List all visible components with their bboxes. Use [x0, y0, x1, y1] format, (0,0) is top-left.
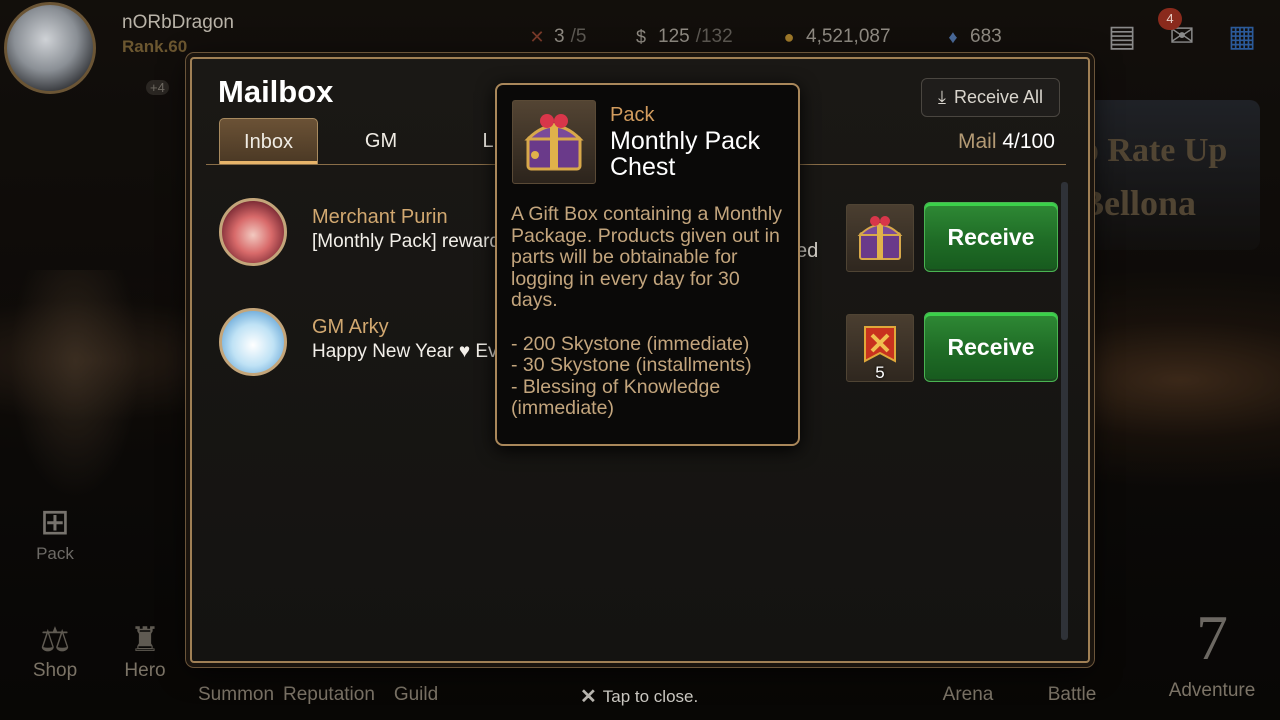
shop-nav-button[interactable]: ⚖ Shop	[25, 620, 85, 682]
stamina-icon: $	[635, 27, 646, 47]
mail-notification-badge: 4	[1158, 8, 1182, 30]
mail-counter: Mail 4/100	[958, 130, 1055, 153]
gold-icon: ●	[783, 27, 795, 47]
tap-to-close-hint[interactable]: ✕ Tap to close.	[580, 684, 698, 709]
menu-grid-icon[interactable]: ▦	[1222, 18, 1262, 56]
tooltip-item-description: A Gift Box containing a Monthly Package.…	[511, 203, 782, 420]
treasure-chest-icon[interactable]	[846, 204, 914, 272]
skystone-icon: ♦	[948, 27, 958, 47]
tooltip-item-type: Pack	[610, 104, 655, 126]
mailbox-title: Mailbox	[218, 74, 334, 109]
arena-nav-button[interactable]: Arena	[936, 684, 1000, 706]
receive-button[interactable]: Receive	[924, 202, 1058, 272]
stamina-counter[interactable]: $ 125/132	[630, 26, 733, 48]
inventory-icon[interactable]: ▤	[1102, 18, 1142, 56]
merchant-purin-avatar	[219, 198, 287, 266]
mail-sender: Merchant Purin	[312, 206, 448, 228]
skystone-counter[interactable]: ♦ 683	[942, 26, 1001, 48]
tab-gm[interactable]: GM	[346, 118, 416, 164]
mail-list-scrollbar[interactable]	[1061, 182, 1068, 640]
adventure-nav-button[interactable]: 7 Adventure	[1162, 596, 1262, 702]
pack-nav-button[interactable]: ⊞ Pack	[30, 500, 80, 564]
player-rank: Rank.60	[122, 37, 188, 56]
adventure-emblem-icon: 7	[1196, 602, 1228, 673]
receive-button[interactable]: Receive	[924, 312, 1058, 382]
flag-counter[interactable]: ✕ 3/5	[526, 26, 586, 48]
gift-icon: ⊞	[39, 501, 71, 542]
mail-sender: GM Arky	[312, 316, 389, 338]
mail-subject: [Monthly Pack] reward	[312, 231, 500, 252]
tab-inbox[interactable]: Inbox	[219, 118, 318, 164]
gold-counter[interactable]: ● 4,521,087	[778, 26, 891, 48]
level-bonus-badge: +4	[146, 80, 169, 95]
player-avatar[interactable]	[4, 2, 96, 94]
tooltip-item-title: Monthly Pack Chest	[610, 127, 761, 181]
reputation-nav-button[interactable]: Reputation	[283, 684, 375, 706]
mail-subject: Happy New Year ♥ Eve	[312, 341, 509, 362]
hero-nav-button[interactable]: ♜ Hero	[115, 620, 175, 682]
guild-nav-button[interactable]: Guild	[388, 684, 444, 706]
helmet-icon: ♜	[129, 621, 161, 659]
flag-ticket-icon[interactable]: 5	[846, 314, 914, 382]
item-quantity: 5	[875, 363, 885, 382]
scales-icon: ⚖	[39, 621, 71, 659]
download-icon: ⤓	[937, 87, 946, 107]
receive-all-button[interactable]: ⤓ Receive All	[921, 78, 1060, 117]
gm-arky-avatar	[219, 308, 287, 376]
close-icon: ✕	[580, 686, 597, 708]
summon-nav-button[interactable]: Summon	[198, 684, 274, 706]
monthly-pack-chest-icon	[512, 100, 596, 184]
battle-nav-button[interactable]: Battle	[1040, 684, 1104, 706]
player-name: nORbDragon	[122, 12, 234, 33]
flag-icon: ✕	[529, 27, 545, 47]
